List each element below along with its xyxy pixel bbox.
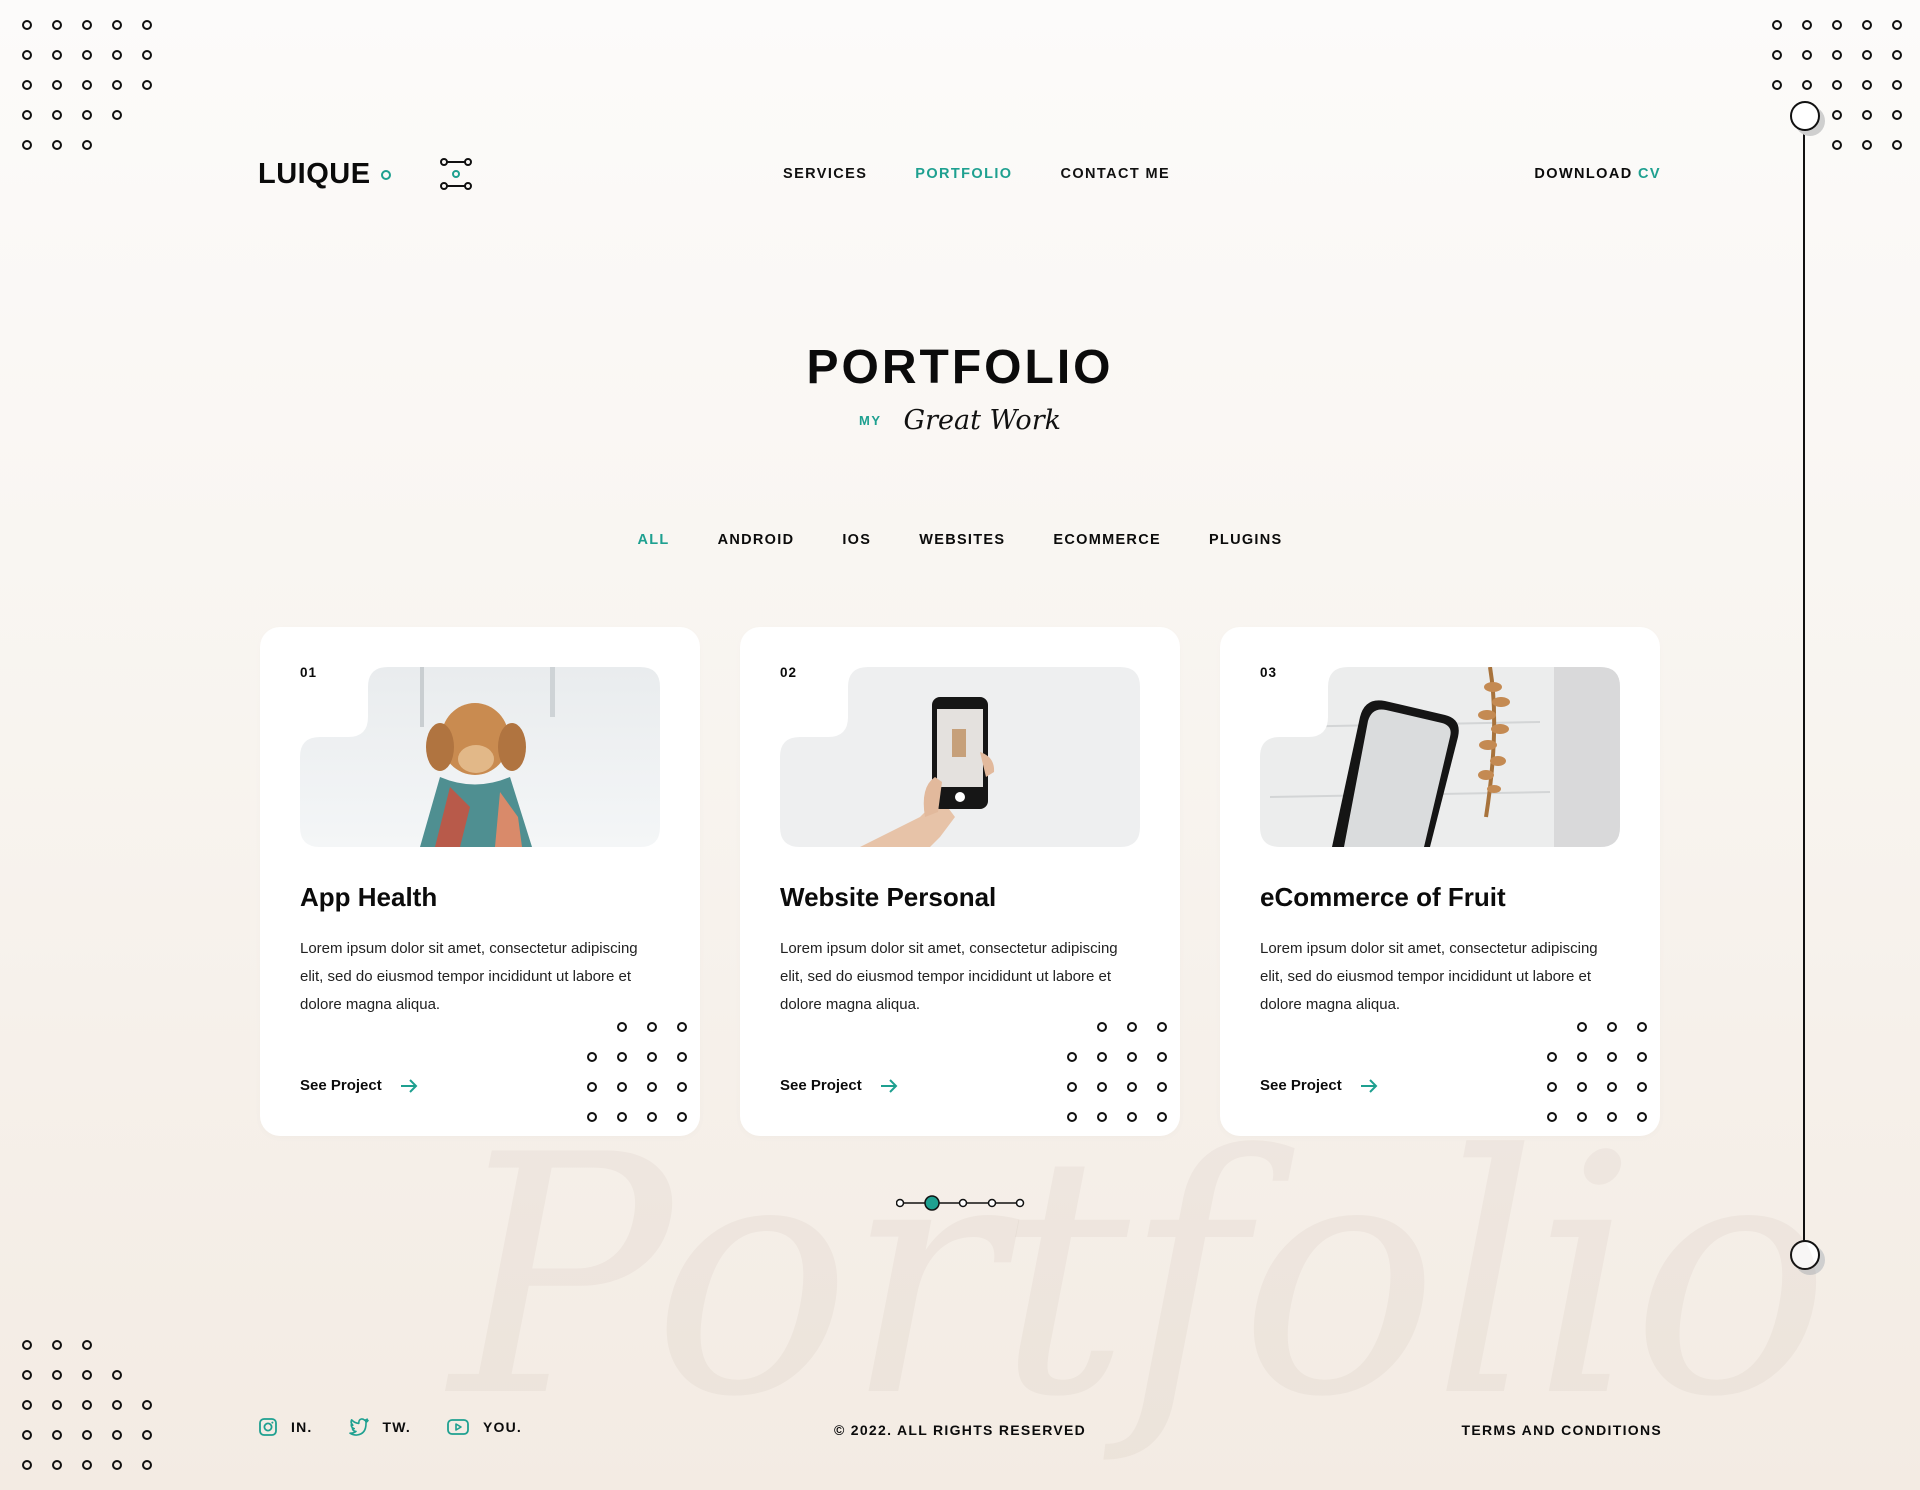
page-dot-2-active[interactable]	[924, 1195, 940, 1211]
card-dot-grid	[1057, 1012, 1177, 1132]
logo-dot-icon	[380, 169, 391, 180]
portfolio-card: 02 Website Personal Lorem ipsum dolor si…	[740, 627, 1180, 1136]
see-project-label: See Project	[780, 1077, 862, 1094]
menu-toggle-icon[interactable]	[440, 158, 472, 192]
card-number: 01	[300, 665, 318, 680]
dot-grid-bottom-left	[12, 1330, 162, 1480]
see-project-label: See Project	[300, 1077, 382, 1094]
card-title: App Health	[300, 882, 438, 912]
pagination	[896, 1195, 1025, 1211]
arrow-right-icon	[1360, 1078, 1378, 1093]
nav-item-services[interactable]: SERVICES	[783, 166, 867, 182]
page-dot-1[interactable]	[896, 1198, 905, 1208]
subtitle-script: Great Work	[903, 405, 1061, 436]
download-cv-label: CV	[1638, 166, 1661, 182]
see-project-link[interactable]: See Project	[1260, 1077, 1378, 1094]
page-subtitle: MY Great Work	[0, 405, 1920, 436]
card-description: Lorem ipsum dolor sit amet, consectetur …	[300, 940, 638, 1013]
see-project-label: See Project	[1260, 1077, 1342, 1094]
watermark-text: Portfolio	[450, 1085, 1830, 1469]
card-description: Lorem ipsum dolor sit amet, consectetur …	[780, 940, 1118, 1013]
nav-item-portfolio[interactable]: PORTFOLIO	[915, 166, 1012, 182]
card-dot-grid	[1537, 1012, 1657, 1132]
terms-link[interactable]: TERMS AND CONDITIONS	[1462, 1422, 1662, 1438]
dog-photo	[300, 667, 660, 847]
nav-item-contact[interactable]: CONTACT ME	[1060, 166, 1170, 182]
phone-in-hand-photo	[780, 667, 1140, 847]
page-dot-4[interactable]	[987, 1198, 997, 1208]
card-dot-grid	[577, 1012, 697, 1132]
card-title: eCommerce of Fruit	[1260, 882, 1506, 912]
portfolio-card: 01 App Health Lorem ipsum dolor sit amet…	[260, 627, 700, 1136]
filter-websites[interactable]: WEBSITES	[895, 532, 1029, 548]
card-title: Website Personal	[780, 882, 997, 912]
filter-ecommerce[interactable]: ECOMMERCE	[1029, 532, 1185, 548]
download-label: DOWNLOAD	[1534, 166, 1633, 182]
timeline-node-top	[1790, 101, 1820, 131]
dot-grid-top-left	[12, 10, 162, 160]
dot-grid-top-right	[1762, 10, 1912, 160]
page-dot-3[interactable]	[958, 1198, 968, 1208]
see-project-link[interactable]: See Project	[780, 1077, 898, 1094]
card-number: 02	[780, 665, 798, 680]
portfolio-card: 03 eCommerce of Fruit Lorem ipsum dolor …	[1220, 627, 1660, 1136]
filter-android[interactable]: ANDROID	[694, 532, 819, 548]
filter-ios[interactable]: IOS	[818, 532, 895, 548]
logo[interactable]: LUIQUE	[258, 158, 391, 191]
phone-mockup-photo	[1260, 667, 1620, 847]
logo-text: LUIQUE	[258, 158, 371, 190]
filter-plugins[interactable]: PLUGINS	[1185, 532, 1307, 548]
main-nav: SERVICES PORTFOLIO CONTACT ME	[783, 166, 1170, 182]
page-title: PORTFOLIO	[806, 341, 1114, 394]
card-number: 03	[1260, 665, 1278, 680]
arrow-right-icon	[400, 1078, 418, 1093]
page-dot-5[interactable]	[1015, 1198, 1025, 1208]
subtitle-small: MY	[859, 413, 882, 428]
card-description: Lorem ipsum dolor sit amet, consectetur …	[1260, 940, 1598, 1013]
arrow-right-icon	[880, 1078, 898, 1093]
download-cv-link[interactable]: DOWNLOAD CV	[1534, 166, 1661, 182]
filter-all[interactable]: ALL	[613, 532, 693, 548]
portfolio-filters: ALL ANDROID IOS WEBSITES ECOMMERCE PLUGI…	[0, 532, 1920, 548]
see-project-link[interactable]: See Project	[300, 1077, 418, 1094]
